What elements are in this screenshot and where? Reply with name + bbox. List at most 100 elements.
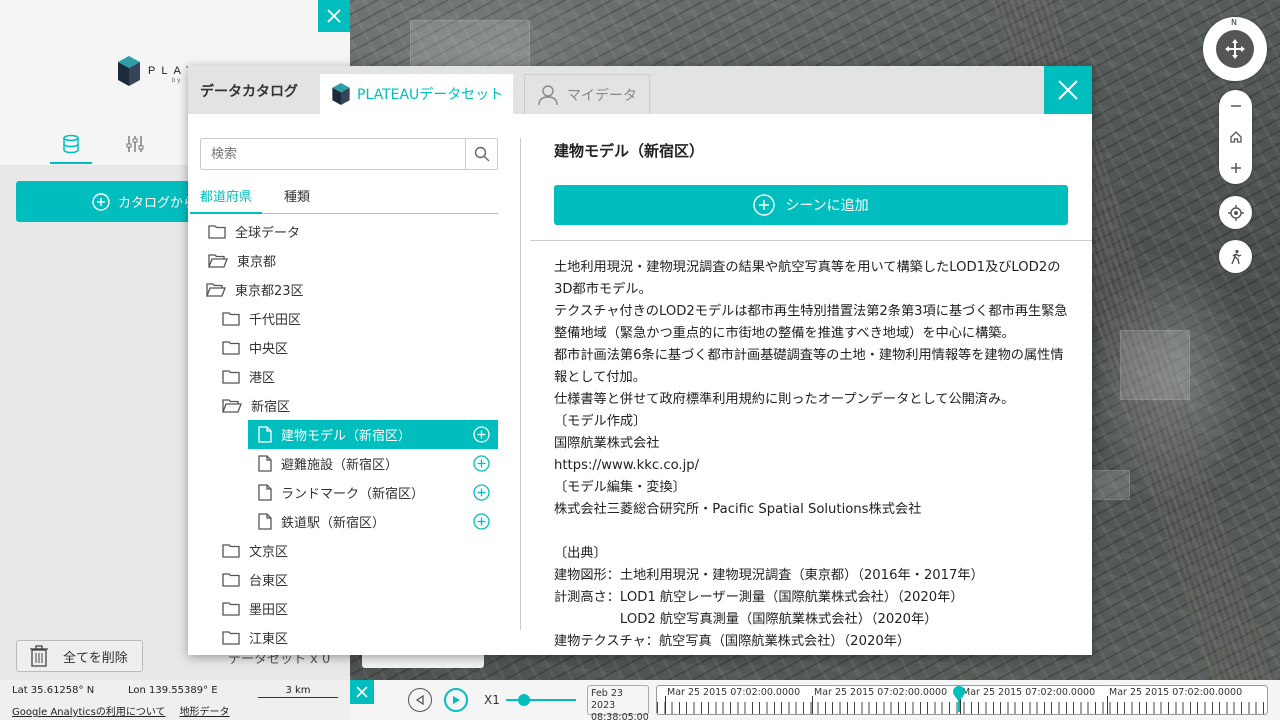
- tree-folder-item[interactable]: 台東区: [200, 565, 498, 594]
- folder-open-icon: [222, 398, 242, 413]
- add-dataset-icon[interactable]: [473, 455, 490, 472]
- search-button[interactable]: [465, 139, 497, 169]
- home-button[interactable]: [1219, 121, 1252, 152]
- description-line: 〔モデル作成〕: [554, 414, 647, 429]
- plateau-logo-icon: [118, 56, 140, 86]
- tree-folder-item[interactable]: 千代田区: [200, 304, 498, 333]
- description-line: 建物図形：土地利用現況・建物現況調査（東京都）（2016年・2017年）: [554, 568, 984, 583]
- dataset-tree: 全球データ 東京都東京都23区千代田区中央区港区新宿区建物モデル（新宿区） 避難施設…: [200, 217, 498, 655]
- play-icon: [453, 696, 460, 704]
- description-line: 〔出典〕: [554, 546, 607, 561]
- play-button[interactable]: [444, 688, 468, 712]
- tree-folder-item[interactable]: 墨田区: [200, 594, 498, 623]
- timeline-close-button[interactable]: [350, 680, 374, 704]
- modal-close-button[interactable]: [1044, 66, 1092, 114]
- tree-item-label: 台東区: [249, 574, 289, 589]
- search-box: [200, 138, 498, 170]
- timeline: X1 Feb 23 2023 08:38:05.00 Mar 25 2015 0…: [350, 680, 1280, 720]
- pan-icon[interactable]: [1216, 30, 1254, 68]
- compass-north-label: N: [1231, 18, 1237, 27]
- tree-item-label: 新宿区: [251, 400, 291, 415]
- folder-open-icon: [206, 282, 226, 297]
- tree-item-label: 江東区: [249, 632, 289, 647]
- description-line: 建物テクスチャ：航空写真（国際航業株式会社）（2020年）: [554, 634, 911, 649]
- add-dataset-icon[interactable]: [473, 426, 490, 443]
- close-icon: [1058, 80, 1078, 100]
- timeline-major-tick: [1107, 696, 1108, 714]
- tree-folder-item[interactable]: 文京区: [200, 536, 498, 565]
- add-to-scene-button[interactable]: シーンに追加: [554, 185, 1068, 225]
- compass[interactable]: N: [1203, 17, 1267, 81]
- data-catalog-modal: データカタログ PLATEAUデータセット マイデータ 都道府県 種類 全球デー…: [188, 66, 1092, 655]
- tree-item-label: 鉄道駅（新宿区）: [281, 516, 386, 531]
- scale-bar: 3 km: [258, 685, 338, 698]
- current-date: Feb 23 2023: [591, 688, 623, 711]
- description-line: 〔モデル編集・変換〕: [554, 480, 686, 495]
- user-icon: [538, 84, 558, 105]
- tree-folder-item[interactable]: 港区: [200, 362, 498, 391]
- tree-item-label: 建物モデル（新宿区）: [281, 429, 412, 444]
- dataset-description: 土地利用現況・建物現況調査の結果や航空写真等を用いて構築したLOD1及びLOD2…: [554, 257, 1074, 655]
- tree-item-label: ランドマーク（新宿区）: [281, 487, 425, 502]
- timeline-label: Mar 25 2015 07:02:00.0000: [814, 687, 948, 698]
- description-line: LOD2 航空写真測量（国際航業株式会社）（2020年）: [554, 612, 938, 627]
- map-building: [1090, 470, 1130, 500]
- tree-item-label: 東京都23区: [235, 284, 304, 299]
- close-icon: [356, 686, 368, 698]
- description-line: 計測高さ：LOD1 航空レーザー測量（国際航業株式会社）（2020年）: [554, 590, 964, 605]
- terrain-data-link[interactable]: 地形データ: [180, 703, 230, 718]
- tree-folder-item[interactable]: 新宿区: [200, 391, 498, 420]
- delete-all-label: 全てを削除: [63, 650, 128, 666]
- zoom-out-button[interactable]: [1219, 90, 1252, 121]
- longitude-readout: Lon 139.55389° E: [128, 685, 218, 696]
- tree-dataset-item[interactable]: 建物モデル（新宿区）: [248, 420, 498, 449]
- tree-item-label: 港区: [249, 371, 276, 386]
- search-input[interactable]: [201, 139, 465, 169]
- tree-folder-item[interactable]: 東京都23区: [200, 275, 498, 304]
- tree-dataset-item[interactable]: ランドマーク（新宿区）: [248, 478, 498, 507]
- timeline-marker-icon[interactable]: [952, 686, 966, 712]
- tab-plateau-datasets[interactable]: PLATEAUデータセット: [320, 74, 513, 114]
- tab-settings[interactable]: [114, 128, 156, 164]
- pedestrian-mode-button[interactable]: [1219, 240, 1252, 273]
- tab-datasets[interactable]: [50, 128, 92, 164]
- timeline-label: Mar 25 2015 07:02:00.0000: [962, 687, 1096, 698]
- tree-folder-item[interactable]: 東京都: [200, 246, 498, 275]
- timeline-label: Mar 25 2015 07:02:00.0000: [1109, 687, 1243, 698]
- zoom-in-button[interactable]: [1219, 152, 1252, 183]
- description-line: テクスチャ付きのLOD2モデルは都市再生特別措置法第2条第3項に基づく都市再生緊…: [554, 304, 1068, 341]
- filter-tab-prefecture[interactable]: 都道府県: [190, 178, 263, 214]
- close-icon: [327, 9, 341, 23]
- folder-icon: [222, 572, 240, 587]
- rewind-button[interactable]: [408, 688, 432, 712]
- tree-folder-item[interactable]: 江東区: [200, 623, 498, 652]
- search-icon: [474, 146, 489, 162]
- tree-folder-item[interactable]: 中央区: [200, 333, 498, 362]
- tree-item-label: 文京区: [249, 545, 289, 560]
- tree-item-label: 中央区: [249, 342, 289, 357]
- tab-my-data[interactable]: マイデータ: [524, 74, 650, 114]
- speed-slider[interactable]: [506, 694, 576, 706]
- plus-circle-icon: [92, 192, 110, 211]
- my-location-button[interactable]: [1219, 196, 1252, 229]
- filter-tab-type[interactable]: 種類: [274, 178, 320, 214]
- folder-icon: [222, 369, 240, 384]
- tree-dataset-item[interactable]: 避難施設（新宿区）: [248, 449, 498, 478]
- add-from-catalog-button[interactable]: カタログから: [16, 181, 216, 222]
- latitude-readout: Lat 35.61258° N: [12, 685, 95, 696]
- add-dataset-icon[interactable]: [473, 484, 490, 501]
- add-dataset-icon[interactable]: [473, 513, 490, 530]
- tab-label: マイデータ: [567, 87, 637, 104]
- delete-all-button[interactable]: 全てを削除: [16, 640, 143, 672]
- tree-folder-item[interactable]: 全球データ: [200, 217, 498, 246]
- modal-title: データカタログ: [200, 84, 298, 100]
- tree-item-label: 千代田区: [249, 313, 302, 328]
- folder-icon: [222, 311, 240, 326]
- description-line[interactable]: https://www.kkc.co.jp/: [554, 455, 1074, 477]
- left-panel-close-button[interactable]: [318, 0, 350, 32]
- tree-dataset-item[interactable]: 鉄道駅（新宿区）: [248, 507, 498, 536]
- speed-slider-knob[interactable]: [518, 694, 530, 706]
- timeline-label: Mar 25 2015 07:02:00.0000: [667, 687, 801, 698]
- analytics-link[interactable]: Google Analyticsの利用について: [12, 703, 166, 718]
- database-icon: [63, 134, 79, 154]
